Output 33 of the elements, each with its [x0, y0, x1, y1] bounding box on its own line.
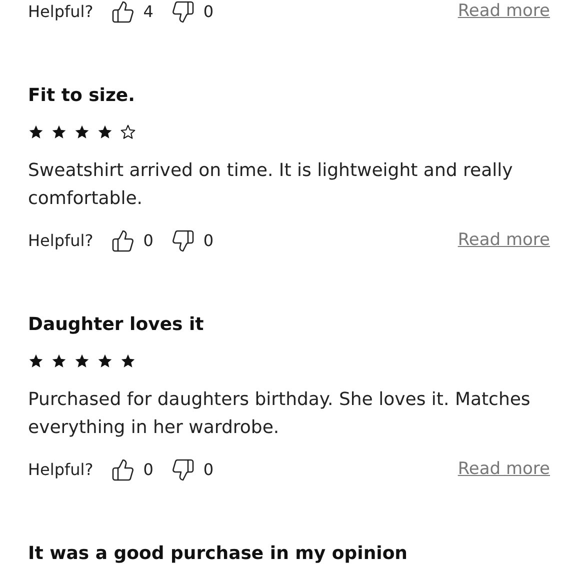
review-title: It was a good purchase in my opinion — [28, 542, 408, 566]
thumbs-down-button[interactable]: 0 — [171, 229, 214, 253]
star-icon — [51, 124, 67, 140]
star-icon — [120, 353, 136, 369]
star-icon — [120, 124, 136, 140]
star-icon — [28, 353, 44, 369]
star-icon — [74, 353, 90, 369]
thumbs-down-button[interactable]: 0 — [171, 458, 214, 482]
star-icon — [51, 353, 67, 369]
thumbs-down-button[interactable]: 0 — [171, 0, 214, 24]
thumbs-up-button[interactable]: 4 — [111, 0, 154, 24]
read-more-link[interactable]: Read more — [458, 457, 550, 483]
thumbs-up-button[interactable]: 0 — [111, 229, 154, 253]
thumbs-down-icon — [171, 458, 196, 482]
review-text: Purchased for daughters birthday. She loves it. Matches everything in her wardrobe. — [28, 388, 532, 440]
star-icon — [97, 353, 113, 369]
star-icon — [28, 124, 44, 140]
review-title: Daughter loves it — [28, 313, 205, 337]
star-icon — [74, 124, 90, 140]
thumbs-up-icon — [111, 458, 136, 482]
review-text: Sweatshirt arrived on time. It is lightweight and really comfortable. — [28, 159, 514, 211]
thumbs-down-icon — [171, 0, 196, 24]
thumbs-up-icon — [111, 0, 136, 24]
thumbs-up-icon — [111, 229, 136, 253]
review-title: Fit to size. — [28, 84, 136, 108]
helpful-label: Helpful? — [28, 1, 94, 23]
helpful-label: Helpful? — [28, 459, 94, 481]
thumbs-down-icon — [171, 229, 196, 253]
helpful-label: Helpful? — [28, 230, 94, 252]
thumbs-up-button[interactable]: 0 — [111, 458, 154, 482]
read-more-link[interactable]: Read more — [458, 228, 550, 254]
read-more-link[interactable]: Read more — [458, 0, 550, 25]
star-icon — [97, 124, 113, 140]
